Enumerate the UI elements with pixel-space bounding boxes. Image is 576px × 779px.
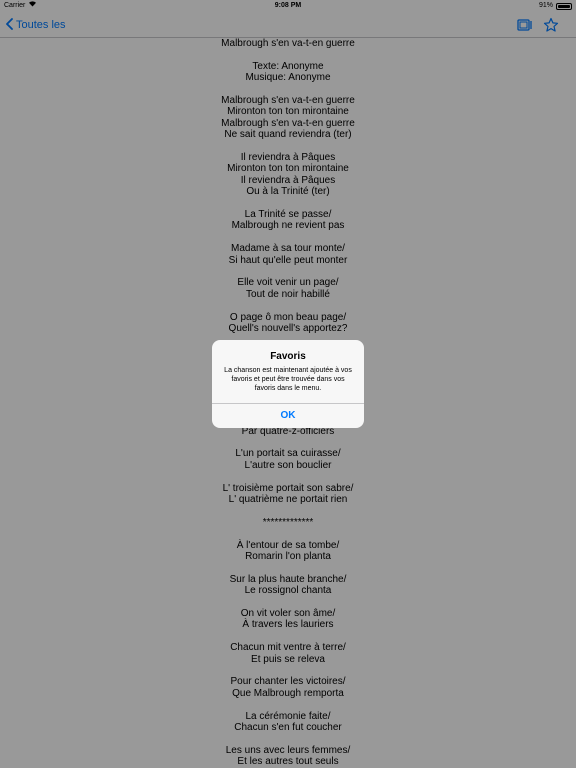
alert-message: La chanson est maintenant ajoutée à vos … <box>224 367 352 392</box>
favorites-alert: Favoris La chanson est maintenant ajouté… <box>212 340 364 428</box>
ok-button[interactable]: OK <box>212 403 364 428</box>
alert-title: Favoris <box>270 351 306 362</box>
